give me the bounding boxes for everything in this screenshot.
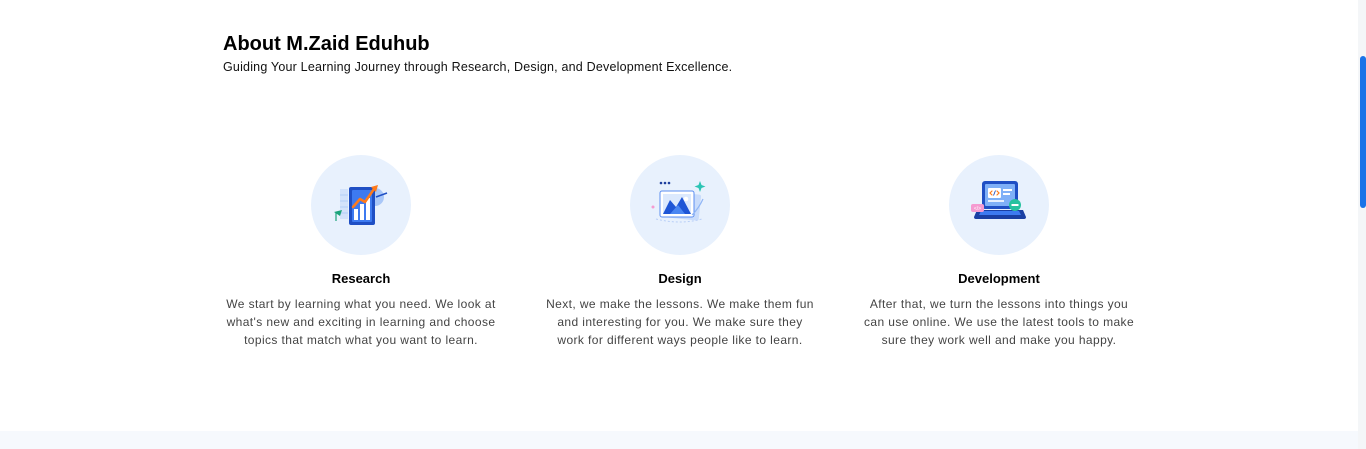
card-title-design: Design [658, 271, 702, 286]
card-title-research: Research [331, 271, 391, 286]
scrollbar-thumb[interactable] [1360, 56, 1366, 208]
design-icon-circle [630, 155, 730, 255]
card-design: Design Next, we make the lessons. We mak… [542, 155, 818, 349]
about-section: About M.Zaid Eduhub Guiding Your Learnin… [223, 31, 732, 75]
card-development: </> Development After that, we turn the … [861, 155, 1137, 349]
development-icon-circle: </> [949, 155, 1049, 255]
research-icon-circle [311, 155, 411, 255]
card-desc-design: Next, we make the lessons. We make them … [546, 297, 814, 347]
svg-text:</>: </> [974, 206, 981, 212]
page-scrollbar[interactable] [1358, 0, 1366, 449]
page: About M.Zaid Eduhub Guiding Your Learnin… [0, 0, 1366, 449]
card-desc-research: We start by learning what you need. We l… [226, 297, 496, 347]
development-laptop-code-icon: </> [971, 181, 1026, 219]
card-title-development: Development [958, 271, 1040, 286]
about-subtitle: Guiding Your Learning Journey through Re… [223, 60, 733, 74]
about-title: About M.Zaid Eduhub [223, 33, 430, 55]
next-section-band [0, 431, 1358, 449]
research-chart-icon [334, 185, 388, 225]
design-image-icon [651, 181, 706, 223]
card-desc-development: After that, we turn the lessons into thi… [863, 297, 1135, 347]
card-research: Research We start by learning what you n… [223, 155, 499, 349]
